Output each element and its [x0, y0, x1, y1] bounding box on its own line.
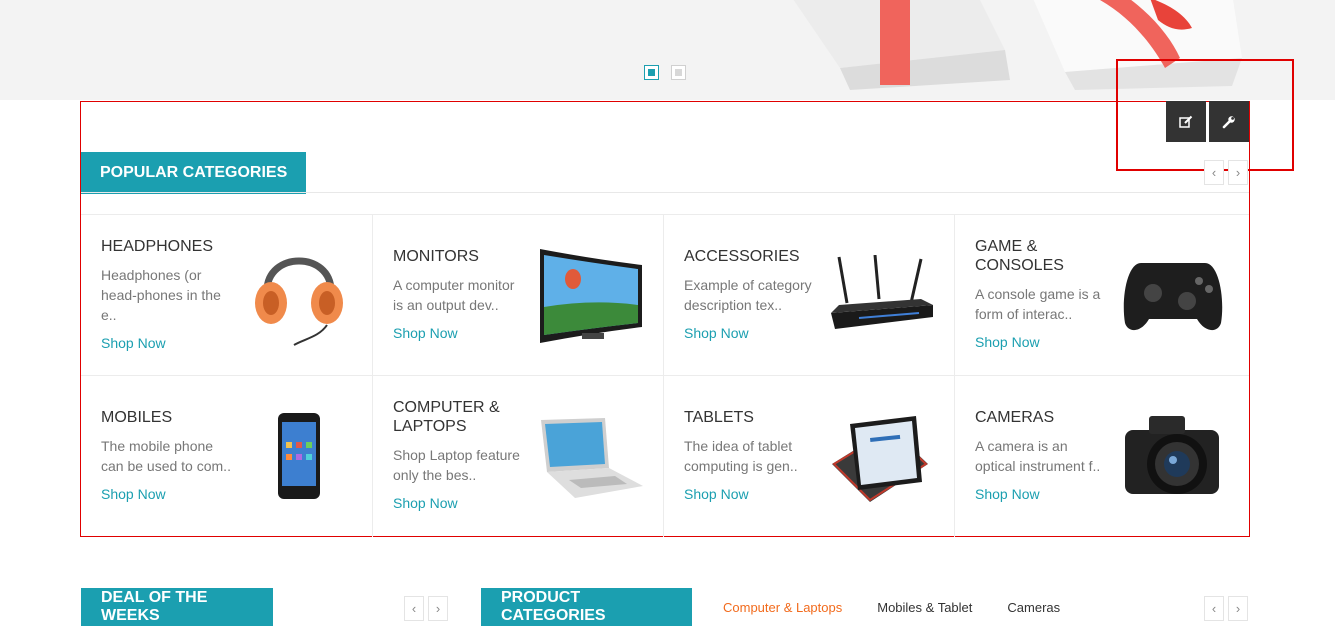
category-description: The mobile phone can be used to com.. — [101, 438, 231, 474]
category-card-mobiles: MOBILES The mobile phone can be used to … — [81, 376, 373, 537]
category-card-tablets: TABLETS The idea of tablet computing is … — [664, 376, 955, 537]
category-card-computer-laptops: COMPUTER & LAPTOPS Shop Laptop feature o… — [373, 376, 664, 537]
category-card-cameras: CAMERAS A camera is an optical instrumen… — [955, 376, 1249, 537]
category-description: A computer monitor is an output dev.. — [393, 277, 515, 313]
category-title: MONITORS — [393, 248, 479, 265]
product-next-button[interactable]: › — [1228, 596, 1248, 621]
popular-next-button[interactable]: › — [1228, 160, 1248, 185]
section-divider — [81, 192, 1249, 193]
category-card-headphones: HEADPHONES Headphones (or head-phones in… — [81, 215, 373, 376]
category-description: The idea of tablet computing is gen.. — [684, 438, 798, 474]
product-category-tabs: Computer & Laptops Mobiles & Tablet Came… — [723, 600, 1060, 615]
product-categories-title: PRODUCT CATEGORIES — [481, 588, 692, 626]
shop-now-link[interactable]: Shop Now — [101, 486, 166, 502]
chevron-right-icon: › — [1235, 165, 1241, 180]
edit-block-button[interactable] — [1166, 101, 1206, 142]
laptop-image — [541, 418, 643, 498]
category-card-game-consoles: GAME & CONSOLES A console game is a form… — [955, 215, 1249, 376]
popular-prev-button[interactable]: ‹ — [1204, 160, 1224, 185]
wrench-icon — [1222, 115, 1235, 128]
category-title: ACCESSORIES — [684, 248, 800, 265]
slider-dot-2[interactable] — [671, 65, 686, 80]
edit-icon — [1179, 115, 1193, 128]
monitor-image — [540, 249, 642, 343]
product-categories-nav-arrows: ‹ › — [1204, 596, 1248, 621]
chevron-left-icon: ‹ — [1211, 601, 1217, 616]
shop-now-link[interactable]: Shop Now — [975, 334, 1040, 350]
gamepad-image — [1123, 263, 1223, 331]
product-prev-button[interactable]: ‹ — [1204, 596, 1224, 621]
category-grid: HEADPHONES Headphones (or head-phones in… — [81, 214, 1249, 537]
category-title: MOBILES — [101, 409, 173, 426]
category-description: Example of category description tex.. — [684, 277, 812, 313]
category-card-accessories: ACCESSORIES Example of category descript… — [664, 215, 955, 376]
slider-dot-1[interactable] — [644, 65, 659, 80]
category-description: Headphones (or head-phones in the e.. — [101, 267, 221, 323]
chevron-left-icon: ‹ — [1211, 165, 1217, 180]
category-title: COMPUTER & LAPTOPS — [393, 399, 500, 435]
category-card-monitors: MONITORS A computer monitor is an output… — [373, 215, 664, 376]
tab-computer-laptops[interactable]: Computer & Laptops — [723, 600, 842, 615]
router-image — [831, 255, 933, 329]
category-title: CAMERAS — [975, 409, 1055, 426]
chevron-left-icon: ‹ — [411, 601, 417, 616]
chevron-right-icon: › — [435, 601, 441, 616]
category-description: A camera is an optical instrument f.. — [975, 438, 1101, 474]
shop-now-link[interactable]: Shop Now — [101, 335, 166, 351]
tablet-image — [832, 416, 928, 502]
category-title: TABLETS — [684, 409, 754, 426]
deal-of-the-weeks-title: DEAL OF THE WEEKS — [81, 588, 273, 626]
headphones-image — [255, 257, 343, 346]
shop-now-link[interactable]: Shop Now — [975, 486, 1040, 502]
category-title: GAME & CONSOLES — [975, 238, 1064, 274]
deal-prev-button[interactable]: ‹ — [404, 596, 424, 621]
popular-nav-arrows: ‹ › — [1204, 160, 1248, 185]
category-description: Shop Laptop feature only the bes.. — [393, 447, 520, 483]
shop-now-link[interactable]: Shop Now — [393, 495, 458, 511]
block-settings-button[interactable] — [1209, 101, 1249, 142]
popular-categories-title: POPULAR CATEGORIES — [81, 152, 307, 194]
shop-now-link[interactable]: Shop Now — [684, 486, 749, 502]
deal-nav-arrows: ‹ › — [404, 596, 448, 621]
shop-now-link[interactable]: Shop Now — [393, 325, 458, 341]
category-description: A console game is a form of interac.. — [975, 286, 1101, 322]
tab-cameras[interactable]: Cameras — [1007, 600, 1060, 615]
chevron-right-icon: › — [1235, 601, 1241, 616]
camera-image — [1125, 416, 1219, 494]
shop-now-link[interactable]: Shop Now — [684, 325, 749, 341]
tab-mobiles-tablet[interactable]: Mobiles & Tablet — [877, 600, 972, 615]
deal-next-button[interactable]: › — [428, 596, 448, 621]
category-title: HEADPHONES — [101, 238, 214, 255]
smartphone-image — [278, 413, 320, 499]
